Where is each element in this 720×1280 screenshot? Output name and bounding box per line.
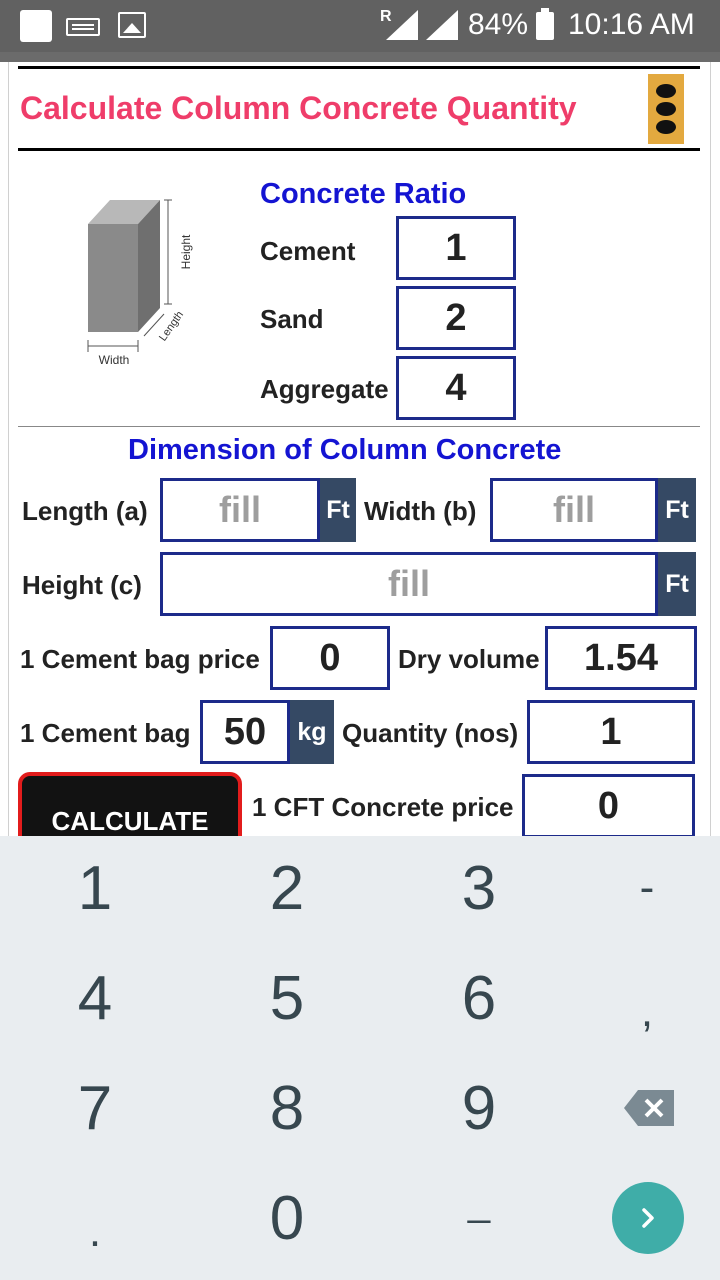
key-4[interactable]: 4 [20, 948, 170, 1048]
width-label: Width [99, 353, 130, 367]
divider-ratio [18, 426, 700, 427]
key-5[interactable]: 5 [212, 948, 362, 1048]
divider-top [18, 66, 700, 69]
quantity-label: Quantity (nos) [342, 718, 519, 748]
width-unit: Ft [658, 478, 696, 542]
key-3[interactable]: 3 [404, 838, 554, 938]
length-label: Length [157, 309, 186, 343]
sand-ratio-input[interactable]: 2 [396, 286, 516, 350]
square-icon [20, 10, 52, 42]
dry-volume-label: Dry volume [398, 644, 540, 674]
key-6[interactable]: 6 [404, 948, 554, 1048]
app-bar-shadow [0, 52, 720, 62]
signal-icon [386, 10, 418, 40]
quantity-input[interactable]: 1 [527, 700, 695, 764]
cement-bag-weight-input[interactable]: 50 [200, 700, 290, 764]
length-input[interactable]: fill [160, 478, 320, 542]
clock: 10:16 AM [568, 8, 695, 41]
cement-bag-price-label: 1 Cement bag price [20, 644, 260, 674]
image-icon [118, 12, 146, 38]
key-comma[interactable]: , [572, 962, 720, 1062]
cement-label: Cement [260, 236, 356, 266]
battery-percent: 84% [468, 8, 529, 41]
length-unit: Ft [320, 478, 356, 542]
key-9[interactable]: 9 [404, 1058, 554, 1158]
signal-icon-2 [426, 10, 458, 40]
column-illustration: Height Length Width [87, 199, 193, 367]
key-2[interactable]: 2 [212, 838, 362, 938]
height-input[interactable]: fill [160, 552, 658, 616]
key-7[interactable]: 7 [20, 1058, 170, 1158]
battery-icon [536, 8, 554, 40]
cement-bag-unit: kg [290, 700, 334, 764]
height-label: Height [179, 234, 193, 269]
cement-bag-price-input[interactable]: 0 [270, 626, 390, 690]
key-space[interactable]: _ [404, 1152, 554, 1252]
key-1[interactable]: 1 [20, 838, 170, 938]
height-label: Height (c) [22, 570, 142, 600]
page-title: Calculate Column Concrete Quantity [20, 90, 577, 126]
length-label: Length (a) [22, 496, 148, 526]
dry-volume-input[interactable]: 1.54 [545, 626, 697, 690]
cft-price-input[interactable]: 0 [522, 774, 695, 838]
keyboard-icon [66, 18, 100, 36]
width-label: Width (b) [364, 496, 477, 526]
key-0[interactable]: 0 [212, 1168, 362, 1268]
aggregate-ratio-input[interactable]: 4 [396, 356, 516, 420]
width-input[interactable]: fill [490, 478, 658, 542]
aggregate-label: Aggregate [260, 374, 389, 404]
divider-title [18, 148, 700, 151]
height-unit: Ft [658, 552, 696, 616]
overflow-menu-icon[interactable] [648, 74, 684, 144]
go-arrow-icon[interactable] [612, 1182, 684, 1254]
numeric-keyboard: 1 2 3 - 4 5 6 , 7 8 9 . 0 _ [0, 836, 720, 1280]
sand-label: Sand [260, 304, 324, 334]
status-bar: R 84% 10:16 AM [0, 0, 720, 52]
cement-ratio-input[interactable]: 1 [396, 216, 516, 280]
backspace-icon[interactable] [624, 1090, 674, 1126]
key-minus[interactable]: - [572, 838, 720, 938]
key-8[interactable]: 8 [212, 1058, 362, 1158]
key-dot[interactable]: . [20, 1182, 170, 1280]
cement-bag-label: 1 Cement bag [20, 718, 191, 748]
dimension-heading: Dimension of Column Concrete [128, 434, 562, 466]
concrete-ratio-heading: Concrete Ratio [260, 178, 467, 210]
cft-price-label: 1 CFT Concrete price [252, 792, 514, 822]
calculator-card: Calculate Column Concrete Quantity Heigh… [0, 62, 720, 852]
